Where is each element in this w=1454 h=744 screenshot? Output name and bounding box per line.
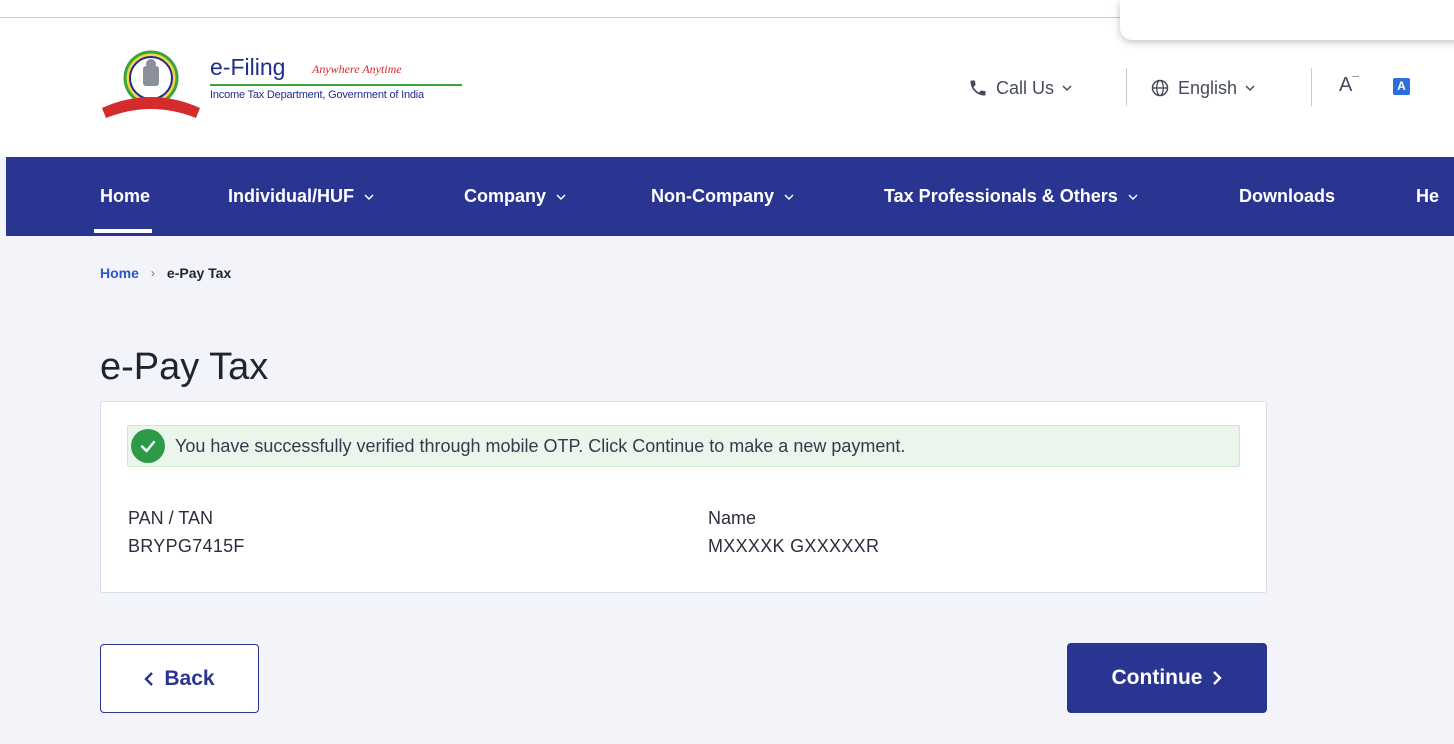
nav-individual-huf[interactable]: Individual/HUF (228, 157, 374, 236)
pan-field: PAN / TAN BRYPG7415F (128, 508, 245, 557)
chevron-down-icon (556, 193, 566, 200)
breadcrumb-home[interactable]: Home (100, 265, 139, 281)
nav-individual-huf-label: Individual/HUF (228, 186, 354, 206)
verification-card: You have successfully verified through m… (100, 401, 1267, 593)
efiling-logo[interactable]: e-Filing Anywhere Anytime Income Tax Dep… (100, 50, 470, 122)
breadcrumb: Home › e-Pay Tax (100, 265, 231, 281)
alert-message: You have successfully verified through m… (175, 435, 906, 456)
continue-button[interactable]: Continue (1067, 643, 1267, 713)
call-us-menu[interactable]: Call Us (968, 70, 1080, 106)
nav-company-label: Company (464, 186, 547, 206)
brand-underline (210, 84, 462, 86)
success-alert: You have successfully verified through m… (127, 425, 1240, 467)
font-size-label: A (1339, 74, 1353, 96)
language-label: English (1178, 77, 1238, 98)
name-field: Name MXXXXK GXXXXXR (708, 508, 879, 557)
brand-title: e-Filing (210, 54, 286, 80)
chevron-down-icon (364, 193, 374, 200)
brand-subtitle: Income Tax Department, Government of Ind… (210, 89, 424, 101)
nav-help[interactable]: He (1416, 157, 1439, 236)
chevron-down-icon (1062, 85, 1072, 92)
emblem-icon (102, 50, 200, 118)
phone-icon (970, 80, 986, 96)
nav-active-indicator (94, 229, 152, 233)
pan-label: PAN / TAN (128, 508, 214, 528)
globe-icon (1151, 79, 1169, 97)
breadcrumb-current: e-Pay Tax (166, 265, 232, 281)
chevron-down-icon (1128, 193, 1138, 200)
nav-non-company-label: Non-Company (651, 186, 774, 206)
nav-company[interactable]: Company (464, 157, 566, 236)
chevron-down-icon (1245, 85, 1255, 92)
nav-home-label: Home (100, 186, 151, 206)
top-divider (0, 17, 1120, 18)
chevron-right-icon (1213, 671, 1223, 685)
language-menu[interactable]: English (1150, 70, 1263, 106)
main-navbar: Home Individual/HUF Company Non-Company … (6, 157, 1454, 236)
nav-home[interactable]: Home (100, 157, 150, 236)
brand-tagline: Anywhere Anytime (312, 62, 402, 76)
font-size-toggle[interactable]: A¯ (1339, 74, 1359, 97)
name-value: MXXXXK GXXXXXR (708, 536, 880, 556)
chevron-down-icon (784, 193, 794, 200)
check-circle-icon (131, 429, 165, 463)
chevron-right-icon: › (150, 266, 155, 280)
header-divider (1126, 68, 1127, 106)
back-button[interactable]: Back (100, 644, 259, 713)
nav-downloads-label: Downloads (1239, 186, 1336, 206)
call-us-label: Call Us (996, 77, 1055, 98)
name-label: Name (708, 508, 757, 528)
overlay-panel (1120, 0, 1454, 40)
pan-value: BRYPG7415F (128, 536, 245, 556)
continue-label: Continue (1111, 666, 1203, 689)
nav-help-label: He (1416, 186, 1440, 206)
nav-tax-professionals[interactable]: Tax Professionals & Others (884, 157, 1138, 236)
back-label: Back (164, 666, 215, 690)
page-title: e-Pay Tax (100, 346, 269, 388)
chevron-left-icon (144, 671, 154, 686)
nav-non-company[interactable]: Non-Company (651, 157, 794, 236)
nav-downloads[interactable]: Downloads (1239, 157, 1335, 236)
header-divider (1311, 68, 1312, 106)
contrast-toggle[interactable]: A (1393, 78, 1410, 95)
nav-tax-professionals-label: Tax Professionals & Others (884, 186, 1118, 206)
